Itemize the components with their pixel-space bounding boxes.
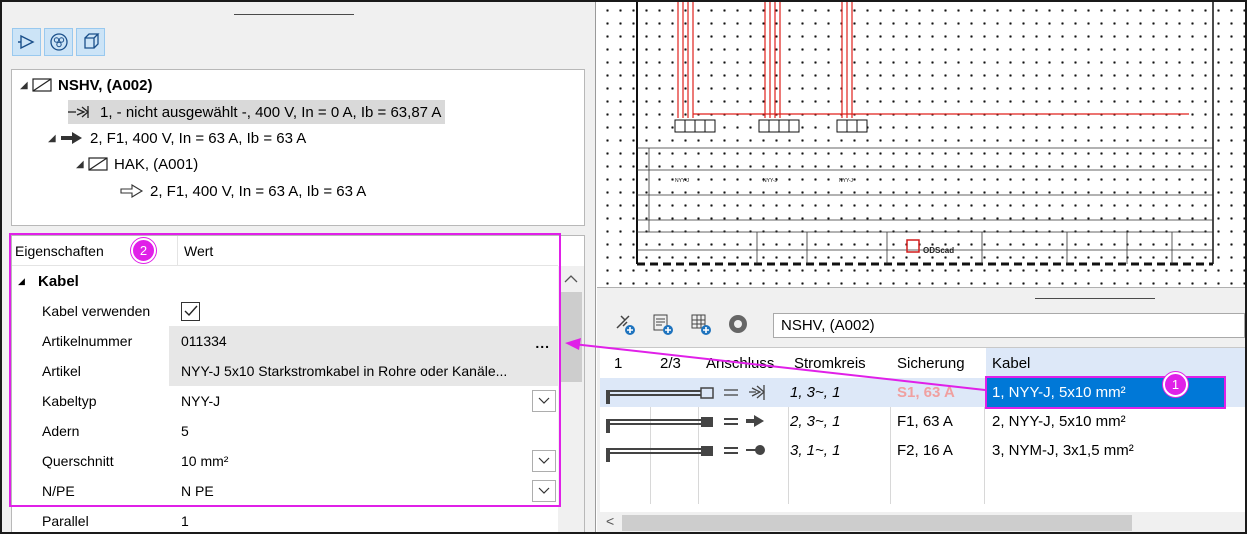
chevron-up-icon[interactable] xyxy=(558,270,584,290)
cell-stromkreis: 2, 3~, 1 xyxy=(790,413,841,430)
tree-node-label: NSHV, (A002) xyxy=(58,76,153,94)
table-row[interactable]: 3, 1~, 1 F2, 16 A 3, NYM-J, 3x1,5 mm² xyxy=(600,436,1245,465)
prop-row-parallel: Parallel 1 xyxy=(12,506,558,534)
distribution-box-icon xyxy=(32,78,52,92)
connection-symbol-socket-icon xyxy=(606,445,765,462)
tree-node-label: 1, - nicht ausgewählt -, 400 V, In = 0 A… xyxy=(100,103,442,121)
circles-icon xyxy=(49,33,68,51)
tree-node-hak[interactable]: ◢ HAK, (A001) xyxy=(76,152,198,176)
cube-button[interactable] xyxy=(76,28,105,56)
expand-icon[interactable]: ◢ xyxy=(48,133,60,144)
expand-icon[interactable]: ◢ xyxy=(76,159,88,170)
properties-scrollbar[interactable] xyxy=(558,266,584,534)
cell-sicherung: F2, 16 A xyxy=(897,442,953,459)
cell-sicherung: F1, 63 A xyxy=(897,413,953,430)
table-row[interactable]: 2, 3~, 1 F1, 63 A 2, NYY-J, 5x10 mm² xyxy=(600,407,1245,436)
tree-node-label: 2, F1, 400 V, In = 63 A, Ib = 63 A xyxy=(90,129,307,147)
distribution-box-icon xyxy=(88,157,108,171)
highlight-box-properties xyxy=(9,233,561,507)
tree-view[interactable]: ◢ NSHV, (A002) 1, - nicht ausgewählt -, … xyxy=(11,69,585,226)
left-pane: ◢ NSHV, (A002) 1, - nicht ausgewählt -, … xyxy=(0,0,596,534)
parallel-field[interactable]: 1 xyxy=(169,506,558,534)
grid-horizontal-scrollbar[interactable]: < xyxy=(600,512,1245,534)
cell-stromkreis: 3, 1~, 1 xyxy=(790,442,841,459)
odscad-logo: ODScad xyxy=(906,239,954,255)
splitter-grip[interactable] xyxy=(234,14,354,15)
splitter-grip[interactable] xyxy=(1035,298,1155,299)
cube-icon xyxy=(83,33,100,49)
annotation-badge-1: 1 xyxy=(1163,372,1188,397)
expand-icon[interactable]: ◢ xyxy=(20,80,32,91)
prop-value: 1 xyxy=(181,513,189,529)
tree-toolbar xyxy=(12,28,105,56)
tree-node-label: HAK, (A001) xyxy=(114,155,199,173)
prop-key: Parallel xyxy=(42,513,89,529)
tree-node-label: 2, F1, 400 V, In = 63 A, Ib = 63 A xyxy=(150,182,367,200)
cable-label-1: NYY-J xyxy=(675,178,689,184)
schematic-view[interactable]: NYY-J NYY-J NYY-J ODScad xyxy=(597,0,1247,287)
circles-button[interactable] xyxy=(44,28,73,56)
play-outline-button[interactable] xyxy=(12,28,41,56)
feed-arrow-icon xyxy=(60,131,84,145)
cell-kabel[interactable]: 3, NYM-J, 3x1,5 mm² xyxy=(992,436,1134,465)
play-outline-icon xyxy=(17,34,35,50)
schematic-drawing: NYY-J NYY-J NYY-J ODScad xyxy=(636,0,1214,266)
tree-node-circuit-2-hak[interactable]: 2, F1, 400 V, In = 63 A, Ib = 63 A xyxy=(120,179,366,203)
scrollbar-thumb[interactable] xyxy=(622,515,1132,531)
column-header-kabel[interactable]: Kabel xyxy=(986,348,1245,378)
logo-text: ODScad xyxy=(923,246,954,255)
feed-arrow-outline-icon xyxy=(120,184,144,198)
scroll-left-button[interactable]: < xyxy=(606,513,614,529)
cable-label-2: NYY-J xyxy=(763,178,777,184)
cell-kabel[interactable]: 2, NYY-J, 5x10 mm² xyxy=(992,407,1126,436)
outgoing-circuit-icon xyxy=(68,105,94,119)
annotation-arrow xyxy=(565,338,986,391)
tree-node-circuit-1[interactable]: 1, - nicht ausgewählt -, 400 V, In = 0 A… xyxy=(68,100,446,124)
cable-label-3: NYY-J xyxy=(839,178,853,184)
highlight-box-kabel xyxy=(985,376,1226,409)
tree-node-circuit-2[interactable]: ◢ 2, F1, 400 V, In = 63 A, Ib = 63 A xyxy=(48,126,306,150)
tree-node-nshv[interactable]: ◢ NSHV, (A002) xyxy=(20,73,152,97)
connection-symbol-feed-icon xyxy=(606,415,764,433)
